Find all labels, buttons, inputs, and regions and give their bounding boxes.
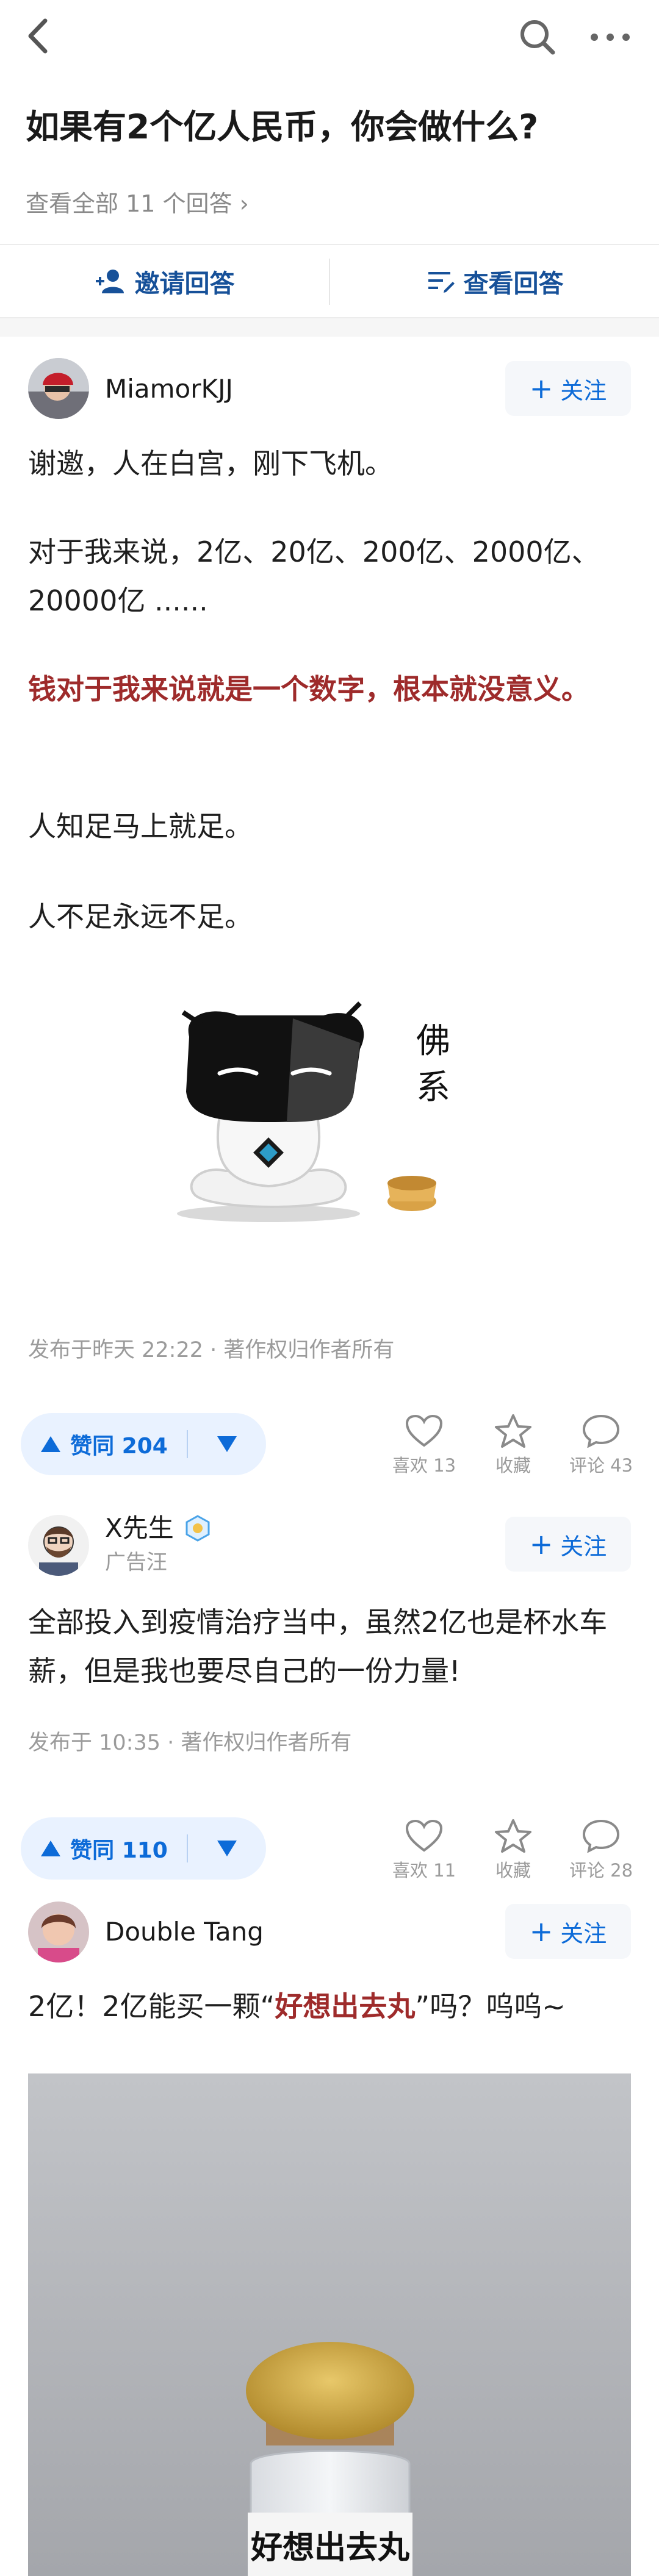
question-title[interactable]: 如果有2个亿人民币，你会做什么? [26, 102, 636, 151]
author-name[interactable]: X先生 [105, 1511, 174, 1545]
avatar[interactable] [28, 1515, 89, 1576]
upvote-label: 赞同 204 [70, 1434, 168, 1459]
triangle-down-icon [217, 1436, 237, 1452]
answer-paragraph: 人知足马上就足。 [28, 810, 253, 843]
view-answers-label: 查看回答 [463, 269, 564, 298]
downvote-button[interactable] [188, 1817, 266, 1880]
like-count: 喜欢 11 [392, 1860, 456, 1881]
collect-label: 收藏 [495, 1455, 531, 1476]
upvote-button[interactable]: 赞同 204 [21, 1413, 187, 1475]
vote-control: 赞同 204 [21, 1413, 266, 1475]
star-icon [495, 1414, 531, 1448]
answer-highlight-paragraph: 钱对于我来说就是一个数字，根本就没意义。 [28, 673, 589, 706]
author-bio: 广告汪 [105, 1550, 167, 1575]
avatar[interactable] [28, 1902, 89, 1962]
follow-button[interactable]: + 关注 [505, 1904, 631, 1959]
collect-button[interactable]: 收藏 [467, 1414, 559, 1477]
answer-highlight-text: 好想出去丸 [275, 1990, 416, 2023]
triangle-up-icon [41, 1436, 61, 1452]
heart-icon [405, 1414, 443, 1447]
answer-paragraph: 对于我来说，2亿、20亿、200亿、2000亿、20000亿 ...... [28, 535, 600, 617]
verified-badge-icon [184, 1515, 211, 1542]
back-arrow-icon[interactable] [20, 15, 62, 57]
top-bar [0, 0, 659, 79]
plus-icon: + [529, 1915, 553, 1948]
question-action-bar: 邀请回答 查看回答 [0, 244, 659, 318]
answer-text: ”吗？呜呜~ [415, 1990, 566, 2023]
vote-control: 赞同 110 [21, 1817, 266, 1880]
author-name[interactable]: MiamorKJJ [105, 372, 233, 406]
robot-sticker-image[interactable]: 佛系 [177, 1000, 458, 1232]
plus-icon: + [529, 1528, 553, 1561]
follow-label: 关注 [560, 1533, 607, 1560]
follow-label: 关注 [560, 377, 607, 404]
follow-button[interactable]: + 关注 [505, 1517, 631, 1572]
follow-button[interactable]: + 关注 [505, 361, 631, 416]
upvote-button[interactable]: 赞同 110 [21, 1817, 187, 1880]
avatar[interactable] [28, 358, 89, 419]
author-name[interactable]: Double Tang [105, 1915, 264, 1949]
upvote-label: 赞同 110 [70, 1838, 168, 1863]
comment-button[interactable]: 评论 43 [555, 1414, 647, 1477]
publish-meta: 发布于 10:35 · 著作权归作者所有 [28, 1731, 352, 1755]
invite-answer-label: 邀请回答 [134, 269, 235, 298]
view-all-answers-link[interactable]: 查看全部 11 个回答 › [26, 188, 249, 220]
like-count: 喜欢 13 [392, 1455, 456, 1476]
invite-answer-button[interactable]: 邀请回答 [0, 245, 329, 317]
publish-meta: 发布于昨天 22:22 · 著作权归作者所有 [28, 1338, 395, 1362]
collect-label: 收藏 [495, 1860, 531, 1881]
star-icon [495, 1819, 531, 1853]
add-person-icon [95, 270, 124, 293]
follow-label: 关注 [560, 1920, 607, 1947]
search-icon[interactable] [516, 16, 559, 59]
triangle-up-icon [41, 1841, 61, 1856]
comment-button[interactable]: 评论 28 [555, 1819, 647, 1882]
triangle-down-icon [217, 1841, 237, 1856]
answer-paragraph: 谢邀，人在白宫，刚下飞机。 [28, 447, 393, 480]
comment-count: 评论 28 [569, 1860, 633, 1881]
heart-icon [405, 1819, 443, 1852]
like-button[interactable]: 喜欢 13 [378, 1414, 470, 1477]
answer-paragraph: 人不足永远不足。 [28, 900, 253, 933]
svg-text:好想出去丸: 好想出去丸 [250, 2530, 409, 2566]
downvote-button[interactable] [188, 1413, 266, 1475]
answer-photo[interactable]: 好想出去丸 [28, 2073, 631, 2576]
more-options-icon[interactable] [586, 16, 635, 59]
collect-button[interactable]: 收藏 [467, 1819, 559, 1882]
answer-text: 2亿！2亿能买一颗“ [28, 1990, 275, 2023]
like-button[interactable]: 喜欢 11 [378, 1819, 470, 1882]
section-gap [0, 318, 659, 337]
answer-paragraph: 2亿！2亿能买一颗“好想出去丸”吗？呜呜~ [28, 1982, 632, 2031]
comment-bubble-icon [582, 1819, 620, 1853]
list-edit-icon [428, 272, 455, 293]
plus-icon: + [529, 372, 553, 405]
sticker-caption: 佛系 [416, 1021, 450, 1107]
view-answers-button[interactable]: 查看回答 [330, 245, 659, 317]
comment-count: 评论 43 [569, 1455, 633, 1476]
comment-bubble-icon [582, 1414, 620, 1448]
answer-paragraph: 全部投入到疫情治疗当中，虽然2亿也是杯水车薪，但是我也要尽自己的一份力量! [28, 1606, 608, 1687]
